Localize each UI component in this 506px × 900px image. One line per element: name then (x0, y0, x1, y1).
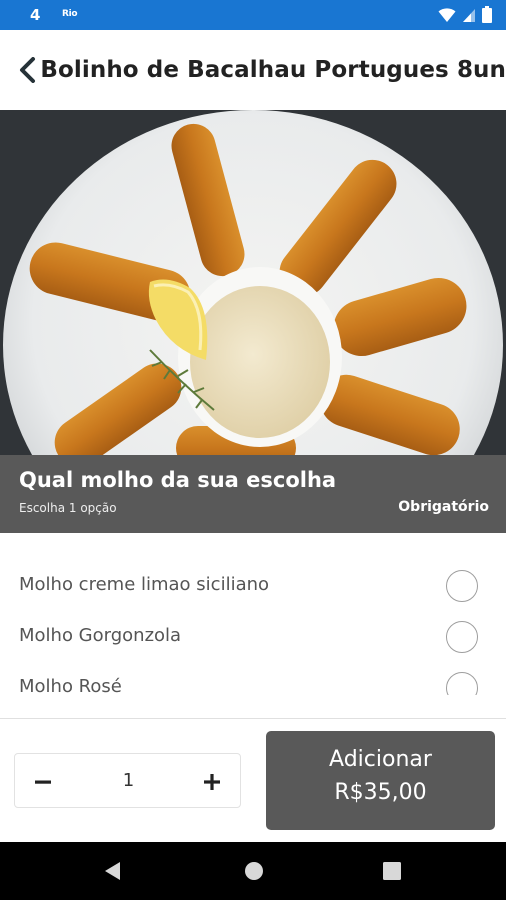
nav-recents-icon[interactable] (383, 862, 401, 880)
footer-divider (0, 718, 506, 719)
option-item[interactable]: Molho creme limao siciliano (0, 562, 506, 612)
sauce-options-list[interactable]: Molho creme limao siciliano Molho Gorgon… (0, 533, 506, 695)
quantity-stepper: 1 (14, 753, 241, 808)
system-nav-bar (0, 842, 506, 900)
product-photo (0, 110, 506, 455)
status-bar: 4 Rio (0, 0, 506, 30)
required-badge: Obrigatório (398, 499, 489, 515)
status-time: 4 (30, 6, 41, 24)
signal-icon (463, 8, 475, 22)
option-group-header: Qual molho da sua escolha Escolha 1 opçã… (0, 455, 506, 533)
product-image (0, 110, 506, 455)
plus-icon (204, 773, 220, 790)
option-radio[interactable] (446, 672, 478, 695)
decrease-quantity-button[interactable] (15, 754, 71, 809)
option-label: Molho creme limao siciliano (19, 574, 270, 595)
nav-back-icon[interactable] (103, 861, 123, 881)
status-app-badge: Rio (62, 9, 78, 19)
option-item[interactable]: Molho Rosé (0, 664, 506, 695)
wifi-icon (438, 7, 456, 22)
add-button-label: Adicionar (329, 747, 432, 772)
product-detail-screen: 4 Rio Bolinho de Bacalhau Portugues 8un (0, 0, 506, 900)
option-label: Molho Rosé (19, 676, 122, 695)
increase-quantity-button[interactable] (184, 754, 240, 809)
app-bar: Bolinho de Bacalhau Portugues 8un (0, 30, 506, 110)
minus-icon (35, 780, 51, 784)
quantity-value: 1 (122, 770, 135, 791)
chevron-left-icon (20, 57, 36, 83)
page-title: Bolinho de Bacalhau Portugues 8un (40, 57, 506, 83)
option-group-subtitle: Escolha 1 opção (19, 501, 117, 515)
add-to-cart-button[interactable]: Adicionar R$35,00 (266, 731, 495, 830)
option-item[interactable]: Molho Gorgonzola (0, 613, 506, 663)
nav-home-icon[interactable] (244, 861, 264, 881)
option-radio[interactable] (446, 570, 478, 602)
add-button-price: R$35,00 (334, 780, 427, 805)
battery-icon (482, 6, 492, 23)
status-icons (438, 6, 492, 23)
option-label: Molho Gorgonzola (19, 625, 182, 646)
option-group-title: Qual molho da sua escolha (19, 468, 337, 492)
option-radio[interactable] (446, 621, 478, 653)
